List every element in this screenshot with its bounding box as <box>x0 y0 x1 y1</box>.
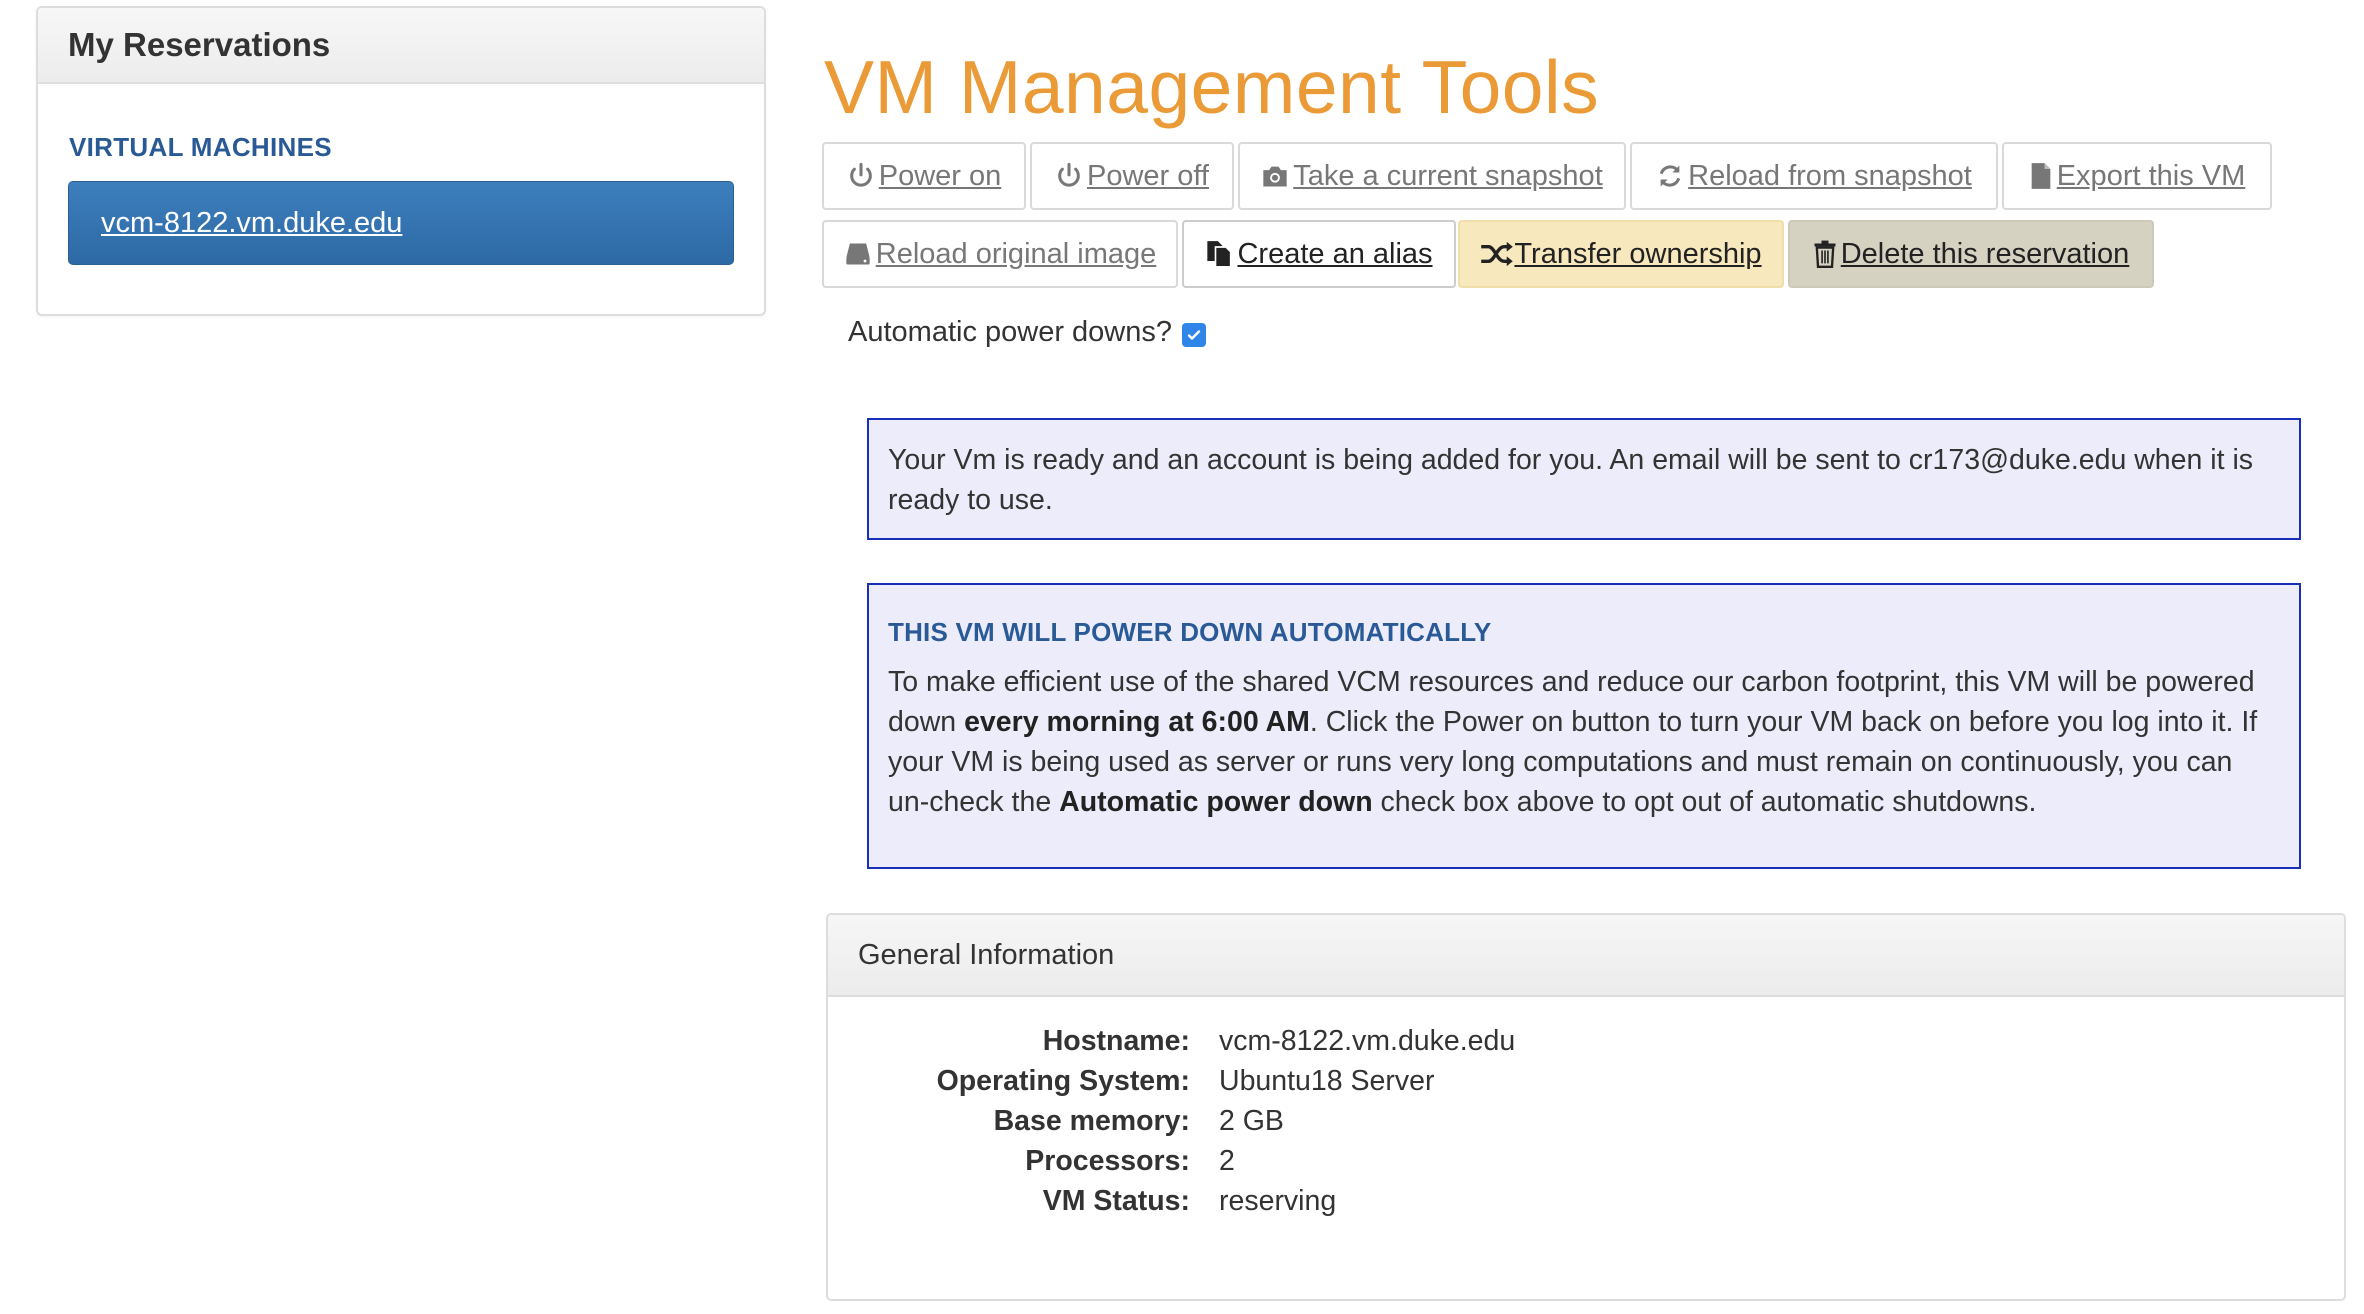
reservations-panel: My Reservations VIRTUAL MACHINES vcm-812… <box>36 6 766 316</box>
camera-icon <box>1261 163 1289 189</box>
auto-power-checkbox[interactable] <box>1182 322 1206 347</box>
reservations-panel-title: My Reservations <box>68 26 331 63</box>
shuffle-icon <box>1480 241 1514 267</box>
info-value: Ubuntu18 Server <box>1219 1065 1435 1097</box>
info-label: Base memory: <box>993 1105 1190 1137</box>
power-down-alert: THIS VM WILL POWER DOWN AUTOMATICALLY To… <box>867 583 2301 869</box>
create-alias-label: Create an alias <box>1237 237 1433 270</box>
delete-reservation-button[interactable]: Delete this reservation <box>1788 220 2154 288</box>
power-icon <box>847 162 875 190</box>
info-row-status: VM Status: reserving <box>828 1185 2344 1225</box>
export-vm-button[interactable]: Export this VM <box>2002 142 2272 210</box>
copy-icon <box>1205 240 1233 268</box>
info-value: 2 GB <box>1219 1105 1284 1137</box>
virtual-machines-heading: VIRTUAL MACHINES <box>69 132 332 162</box>
info-label: Operating System: <box>936 1065 1190 1097</box>
vm-ready-message: Your Vm is ready and an account is being… <box>888 444 2254 516</box>
delete-reservation-label: Delete this reservation <box>1840 237 2130 270</box>
power-down-time: every morning at 6:00 AM <box>964 706 1310 738</box>
power-down-heading: THIS VM WILL POWER DOWN AUTOMATICALLY <box>888 617 1492 647</box>
document-icon <box>2029 162 2053 190</box>
info-value: 2 <box>1219 1145 1235 1177</box>
info-row-os: Operating System: Ubuntu18 Server <box>828 1065 2344 1105</box>
take-snapshot-button[interactable]: Take a current snapshot <box>1238 142 1626 210</box>
power-down-message: To make efficient use of the shared VCM … <box>888 662 2281 822</box>
info-row-hostname: Hostname: vcm-8122.vm.duke.edu <box>828 1025 2344 1065</box>
power-off-button[interactable]: Power off <box>1030 142 1234 210</box>
vm-list-item[interactable]: vcm-8122.vm.duke.edu <box>68 181 734 265</box>
reload-original-image-button[interactable]: Reload original image <box>822 220 1178 288</box>
refresh-icon <box>1656 162 1684 190</box>
reload-snapshot-label: Reload from snapshot <box>1688 159 1972 192</box>
info-value: reserving <box>1219 1185 1337 1217</box>
page-title: VM Management Tools <box>824 45 1600 129</box>
reload-snapshot-button[interactable]: Reload from snapshot <box>1630 142 1998 210</box>
power-down-text-3: check box above to opt out of automatic … <box>1372 786 2037 818</box>
power-down-checkbox-name: Automatic power down <box>1059 786 1373 818</box>
transfer-ownership-button[interactable]: Transfer ownership <box>1458 220 1784 288</box>
info-label: Processors: <box>1025 1145 1190 1177</box>
general-info-panel: General Information Hostname: vcm-8122.v… <box>826 913 2346 1301</box>
power-on-button[interactable]: Power on <box>822 142 1026 210</box>
power-on-label: Power on <box>878 159 1002 192</box>
info-label: VM Status: <box>1042 1185 1190 1217</box>
info-row-memory: Base memory: 2 GB <box>828 1105 2344 1145</box>
auto-power-row: Automatic power downs? <box>848 316 1206 349</box>
take-snapshot-label: Take a current snapshot <box>1293 159 1603 192</box>
auto-power-label: Automatic power downs? <box>848 316 1172 348</box>
info-row-processors: Processors: 2 <box>828 1145 2344 1185</box>
checkmark-icon <box>1187 329 1201 340</box>
hard-drive-icon <box>844 241 872 267</box>
reload-original-image-label: Reload original image <box>875 237 1157 270</box>
info-label: Hostname: <box>1042 1025 1190 1057</box>
power-off-label: Power off <box>1087 159 1209 192</box>
create-alias-button[interactable]: Create an alias <box>1182 220 1456 288</box>
trash-icon <box>1813 240 1837 268</box>
vm-ready-alert: Your Vm is ready and an account is being… <box>867 418 2301 540</box>
transfer-ownership-label: Transfer ownership <box>1514 237 1762 270</box>
general-info-header: General Information <box>828 915 2344 997</box>
general-info-title: General Information <box>858 938 1115 971</box>
info-value: vcm-8122.vm.duke.edu <box>1219 1025 1516 1057</box>
power-icon <box>1055 162 1083 190</box>
export-vm-label: Export this VM <box>2056 159 2246 192</box>
reservations-panel-header: My Reservations <box>38 8 764 84</box>
